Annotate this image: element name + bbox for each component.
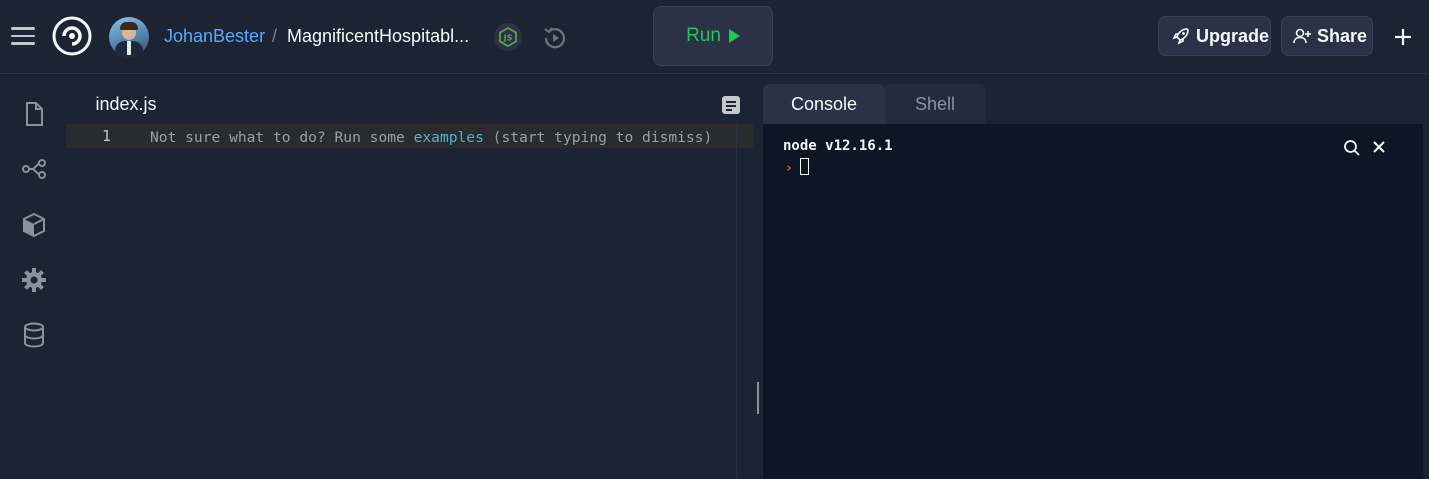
top-bar: JohanBester / MagnificentHospitabl... JS…	[0, 0, 1429, 74]
gear-icon[interactable]	[20, 266, 48, 294]
avatar-tie	[127, 41, 131, 55]
breadcrumb-separator: /	[272, 26, 278, 46]
upgrade-button[interactable]: Upgrade	[1158, 16, 1271, 56]
git-icon[interactable]	[20, 155, 48, 183]
play-icon	[728, 29, 740, 43]
editor-placeholder: Not sure what to do? Run some examples (…	[150, 129, 712, 146]
output-tabs: Console Shell	[763, 84, 1429, 125]
nodejs-icon[interactable]: JS	[494, 23, 522, 51]
avatar[interactable]	[109, 17, 149, 57]
examples-link[interactable]: examples	[414, 129, 484, 146]
search-icon[interactable]	[1343, 139, 1361, 157]
add-user-icon	[1293, 28, 1311, 44]
placeholder-suffix: (start typing to dismiss)	[483, 129, 713, 146]
sidebar	[0, 84, 66, 479]
close-icon[interactable]	[1371, 139, 1387, 155]
svg-text:JS: JS	[503, 34, 513, 43]
rocket-icon	[1172, 28, 1189, 45]
package-icon[interactable]	[20, 211, 48, 239]
share-label: Share	[1317, 25, 1368, 46]
console-prompt: ›	[785, 161, 793, 176]
placeholder-prefix: Not sure what to do? Run some	[150, 129, 414, 146]
tab-console[interactable]: Console	[763, 84, 885, 124]
database-icon[interactable]	[20, 321, 48, 349]
replit-logo-icon[interactable]	[52, 16, 92, 56]
console-version-line: node v12.16.1	[783, 138, 893, 154]
splitter-handle[interactable]	[757, 382, 759, 414]
file-icon[interactable]	[20, 100, 48, 128]
username-link[interactable]: JohanBester	[164, 26, 265, 47]
editor-tabs: index.js	[66, 84, 753, 125]
upgrade-label: Upgrade	[1196, 25, 1270, 46]
run-button[interactable]: Run	[653, 6, 773, 66]
console-cursor	[800, 158, 809, 175]
menu-icon[interactable]	[11, 27, 35, 45]
avatar-hair	[120, 22, 138, 30]
pane-splitter[interactable]	[753, 84, 763, 479]
code-editor[interactable]: 1 Not sure what to do? Run some examples…	[66, 124, 753, 479]
tab-shell[interactable]: Shell	[885, 84, 985, 124]
run-label: Run	[686, 25, 721, 46]
line-number: 1	[102, 127, 112, 145]
share-button[interactable]: Share	[1281, 16, 1373, 56]
plus-icon[interactable]	[1390, 24, 1416, 50]
outline-icon[interactable]	[720, 94, 742, 116]
right-edge	[1423, 124, 1429, 479]
history-icon[interactable]	[540, 23, 570, 53]
repl-name[interactable]: MagnificentHospitabl...	[287, 26, 473, 47]
tab-index-js[interactable]: index.js	[66, 84, 186, 124]
editor-right-border	[736, 124, 737, 479]
console-output[interactable]: node v12.16.1 ›	[763, 124, 1423, 479]
